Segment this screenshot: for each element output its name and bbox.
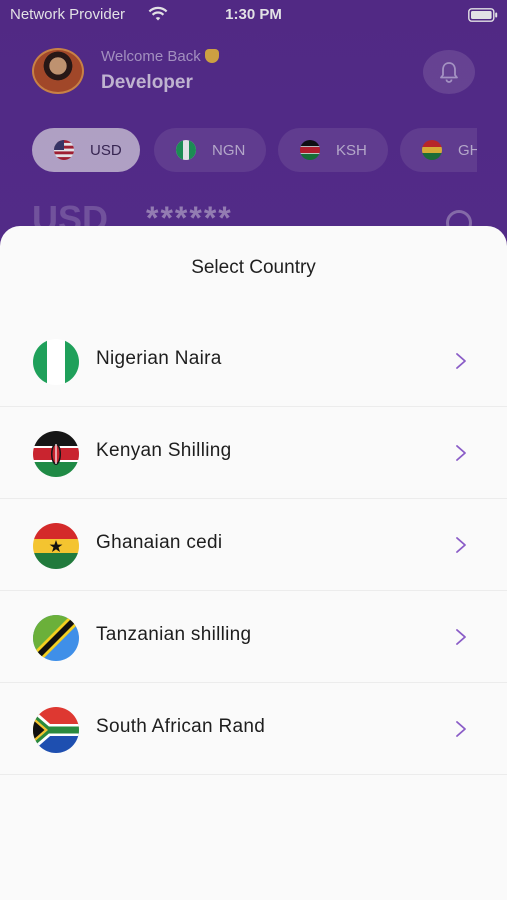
ghana-flag-icon xyxy=(33,523,79,569)
country-name: Ghanaian cedi xyxy=(96,532,223,553)
country-name: South African Rand xyxy=(96,716,266,737)
country-item-kenya[interactable]: Kenyan Shilling xyxy=(0,407,507,499)
country-item-tanzania[interactable]: Tanzanian shilling xyxy=(0,591,507,683)
country-item-ghana[interactable]: Ghanaian cedi xyxy=(0,499,507,591)
nigeria-flag-icon xyxy=(33,339,79,385)
country-name: Tanzanian shilling xyxy=(96,624,252,645)
kenya-flag-icon xyxy=(33,431,79,477)
sheet-title: Select Country xyxy=(191,257,316,278)
chevron-right-icon xyxy=(456,445,466,461)
chevron-right-icon xyxy=(456,629,466,645)
tanzania-flag-icon xyxy=(33,615,79,661)
chevron-right-icon xyxy=(456,721,466,737)
chevron-right-icon xyxy=(456,537,466,553)
country-name: Nigerian Naira xyxy=(96,348,222,369)
south-africa-flag-icon xyxy=(33,707,79,753)
country-item-south-africa[interactable]: South African Rand xyxy=(0,683,507,775)
country-item-nigeria[interactable]: Nigerian Naira xyxy=(0,315,507,407)
chevron-right-icon xyxy=(456,353,466,369)
select-country-sheet: Select Country Nigerian Naira Kenyan Shi… xyxy=(0,226,507,900)
country-name: Kenyan Shilling xyxy=(96,440,232,461)
country-list: Nigerian Naira Kenyan Shilling Ghanaian … xyxy=(0,315,507,775)
